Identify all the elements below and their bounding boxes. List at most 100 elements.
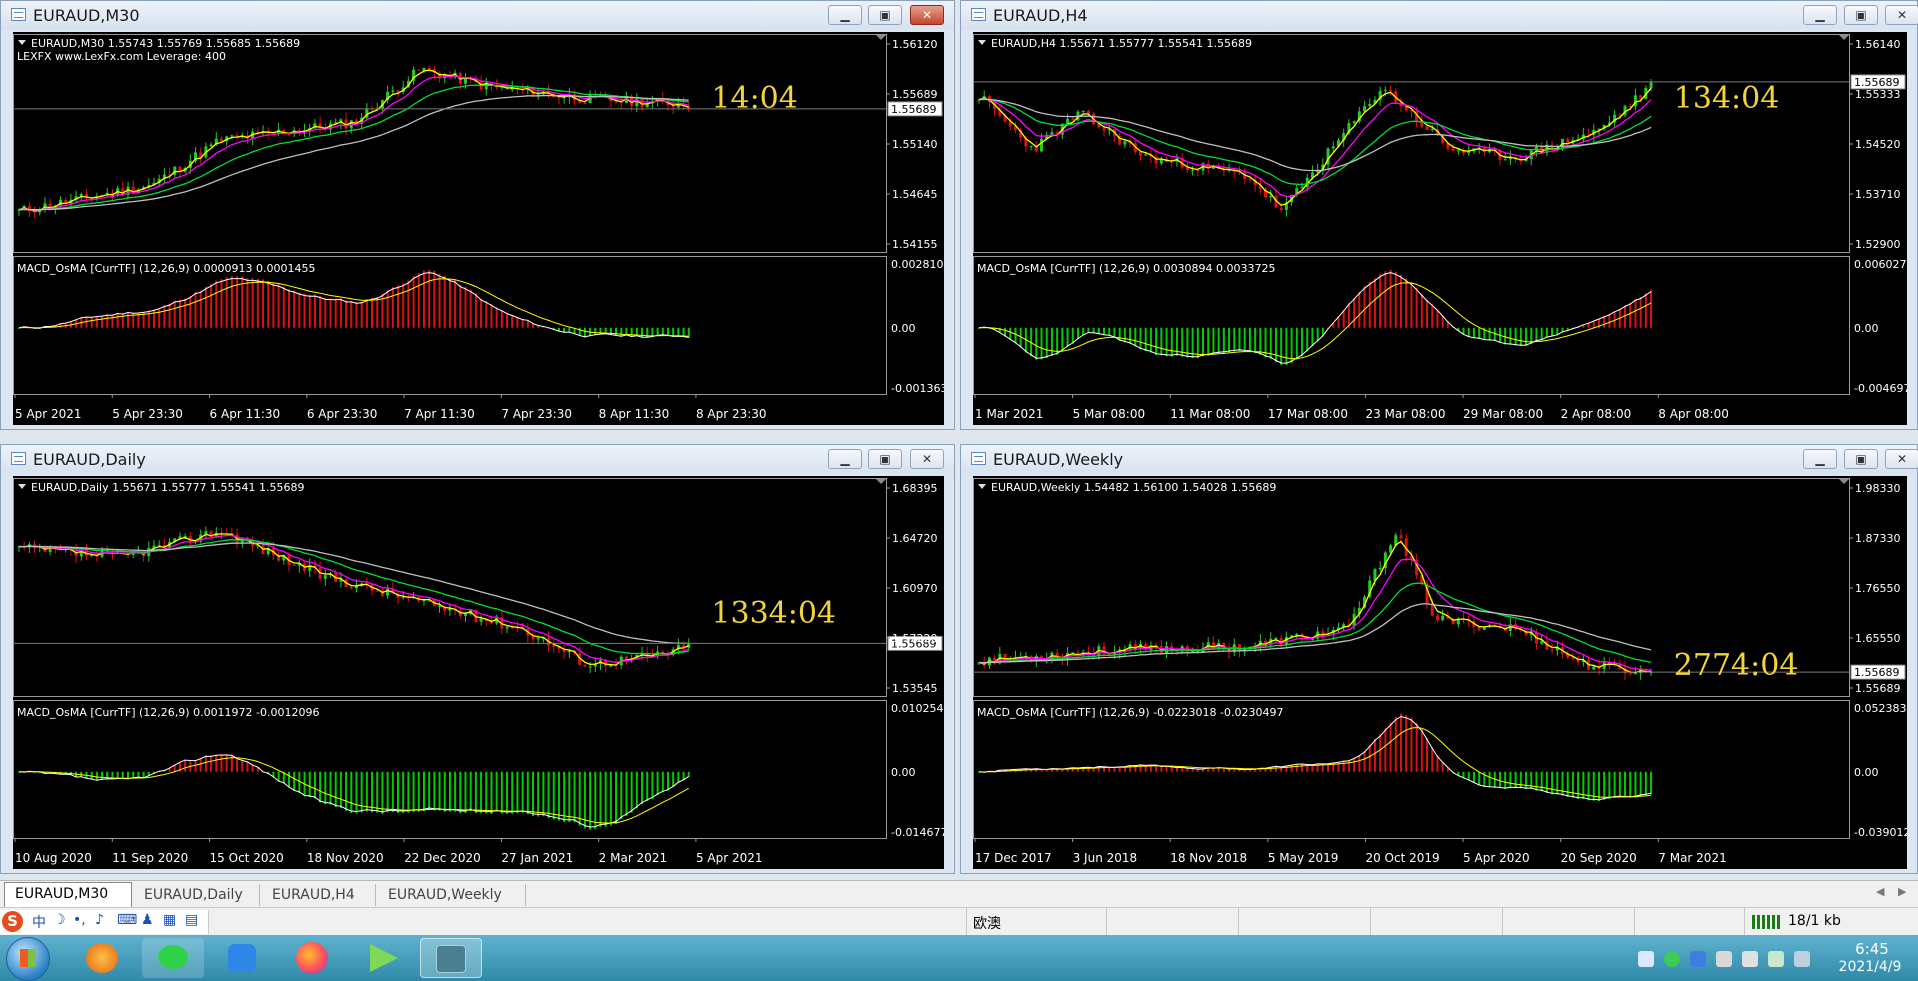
candle-body: [1425, 126, 1429, 130]
macd-tick-label: -0.0046976: [1854, 382, 1907, 395]
maximize-button[interactable]: ▣: [868, 449, 902, 469]
macd-histogram-bar: [1056, 327, 1059, 355]
taskbar-wechat[interactable]: [142, 938, 204, 978]
close-button[interactable]: ✕: [910, 5, 944, 25]
keyboard-icon[interactable]: ⌨: [117, 912, 137, 928]
chart-window-daily[interactable]: EURAUD,Daily ▁ ▣ ✕ 1.55689 1.68395 1.64720…: [0, 444, 955, 874]
macd-histogram-bar: [1379, 274, 1382, 328]
tab-euraud-h4[interactable]: EURAUD,H4: [262, 884, 376, 906]
macd-histogram-bar: [329, 298, 332, 328]
tab-scroll-right-icon[interactable]: ▶: [1898, 885, 1906, 898]
chart-area[interactable]: 1.556891.683951.647201.609701.572201.535…: [13, 476, 944, 869]
macd-histogram-bar: [101, 315, 104, 328]
tray-signal-icon[interactable]: [1768, 951, 1784, 967]
tab-euraud-m30[interactable]: EURAUD,M30: [4, 882, 132, 907]
chart-header-text: EURAUD,Weekly 1.54482 1.56100 1.54028 1.…: [991, 481, 1276, 494]
macd-histogram-bar: [521, 771, 524, 813]
close-button[interactable]: ✕: [910, 449, 944, 469]
taskbar-app-1[interactable]: [72, 938, 134, 978]
macd-histogram-bar: [360, 301, 363, 328]
window-titlebar[interactable]: EURAUD,H4 ▁ ▣ ✕: [961, 1, 1918, 29]
macd-histogram-bar: [355, 771, 358, 814]
start-button[interactable]: [6, 937, 50, 981]
macd-histogram-bar: [495, 307, 498, 328]
macd-histogram-bar: [1394, 271, 1397, 328]
macd-histogram-bar: [490, 771, 493, 814]
candle-body: [1196, 170, 1200, 172]
time-axis-label: 6 Apr 11:30: [210, 407, 281, 421]
macd-histogram-bar: [111, 314, 114, 328]
close-button[interactable]: ✕: [1885, 5, 1918, 25]
macd-histogram-bar: [345, 771, 348, 811]
chart-window-h4[interactable]: EURAUD,H4 ▁ ▣ ✕ 1.55689 1.56140 1.55333 1.5…: [960, 0, 1918, 430]
tray-usb-icon[interactable]: [1638, 951, 1654, 967]
candle-body: [1363, 106, 1367, 112]
macd-histogram-bar: [1587, 771, 1590, 801]
macd-histogram-bar: [604, 771, 607, 827]
chart-window-m30[interactable]: EURAUD,M30 ▁ ▣ ✕ 1.55689 1.56120 1.55689 1.…: [0, 0, 955, 430]
grid-icon[interactable]: ▦: [163, 912, 176, 928]
macd-histogram-bar: [355, 301, 358, 328]
chart-area[interactable]: 1.55689 1.56140 1.55333 1.54520 1.53710 1.529…: [973, 32, 1907, 425]
tray-shield-icon[interactable]: [1690, 951, 1706, 967]
macd-tick-label: -0.0146778: [891, 826, 944, 839]
macd-histogram-bar: [1196, 327, 1199, 359]
taskbar-mt4[interactable]: [420, 938, 482, 978]
maximize-button[interactable]: ▣: [868, 5, 902, 25]
minimize-button[interactable]: ▁: [1803, 449, 1837, 469]
taskbar-firefox[interactable]: [282, 938, 344, 978]
price-tick-label: 1.57220: [892, 632, 938, 645]
chart-area[interactable]: 1.55689 1.56120 1.55689 1.55140 1.54645 1.541…: [13, 32, 944, 425]
clock-time[interactable]: 6:45: [1842, 940, 1902, 958]
moon-icon[interactable]: ☽: [53, 912, 66, 928]
tab-euraud-weekly[interactable]: EURAUD,Weekly: [378, 884, 526, 906]
macd-histogram-bar: [204, 755, 207, 772]
window-titlebar[interactable]: EURAUD,M30 ▁ ▣ ✕: [1, 1, 954, 29]
window-titlebar[interactable]: EURAUD,Daily ▁ ▣ ✕: [1, 445, 954, 473]
macd-histogram-bar: [1394, 717, 1397, 772]
macd-histogram-bar: [1373, 278, 1376, 328]
chart-window-weekly[interactable]: EURAUD,Weekly ▁ ▣ ✕ 1.55689 1.98330 1.8733…: [960, 444, 1918, 874]
macd-histogram-bar: [1009, 327, 1012, 340]
taskbar-app-pen[interactable]: [212, 938, 274, 978]
chart-area[interactable]: 1.55689 1.98330 1.87330 1.76550 1.65550 1.556…: [973, 476, 1907, 869]
ime-toolbar[interactable]: S 中 ☽ •, ♪ ⌨ ♟ ▦ ▤: [0, 910, 209, 934]
macd-histogram-bar: [1514, 327, 1517, 346]
tray-volume-icon[interactable]: [1742, 951, 1758, 967]
shirt-icon[interactable]: ♟: [141, 912, 154, 928]
punctuation-icon[interactable]: •,: [73, 912, 86, 928]
minimize-button[interactable]: ▁: [828, 5, 862, 25]
maximize-button[interactable]: ▣: [1844, 449, 1878, 469]
macd-histogram-bar: [438, 273, 441, 328]
macd-histogram-bar: [1629, 771, 1632, 798]
close-button[interactable]: ✕: [1885, 449, 1918, 469]
macd-histogram-bar: [1259, 327, 1262, 355]
tools-icon[interactable]: ▤: [185, 912, 198, 928]
window-titlebar[interactable]: EURAUD,Weekly ▁ ▣ ✕: [961, 445, 1918, 473]
minimize-button[interactable]: ▁: [1803, 5, 1837, 25]
tray-network-icon[interactable]: [1716, 951, 1732, 967]
macd-histogram-bar: [1384, 728, 1387, 772]
macd-histogram-bar: [184, 298, 187, 328]
maximize-button[interactable]: ▣: [1844, 5, 1878, 25]
macd-histogram-bar: [1144, 327, 1147, 352]
tray-wechat-icon[interactable]: [1664, 951, 1680, 967]
time-axis-label: 7 Mar 2021: [1658, 851, 1726, 865]
macd-histogram-bar: [215, 754, 218, 772]
clock-date[interactable]: 2021/4/9: [1826, 959, 1914, 975]
taskbar-player[interactable]: [352, 938, 414, 978]
microphone-icon[interactable]: ♪: [95, 912, 104, 928]
minimize-button[interactable]: ▁: [828, 449, 862, 469]
macd-histogram-bar: [1306, 327, 1309, 352]
macd-histogram-bar: [677, 327, 680, 337]
chart-tab-bar: EURAUD,M30 EURAUD,Daily EURAUD,H4 EURAUD…: [0, 880, 1918, 907]
ime-mode[interactable]: 中: [32, 912, 46, 932]
tab-scroll-left-icon[interactable]: ◀: [1876, 885, 1884, 898]
sogou-logo-icon[interactable]: S: [2, 911, 23, 932]
candle-body: [1040, 138, 1044, 152]
candle-body: [1300, 186, 1304, 189]
candle-body: [536, 638, 540, 640]
tray-app-icon[interactable]: [1794, 951, 1810, 967]
tab-euraud-daily[interactable]: EURAUD,Daily: [134, 884, 260, 906]
macd-histogram-bar: [194, 291, 197, 328]
